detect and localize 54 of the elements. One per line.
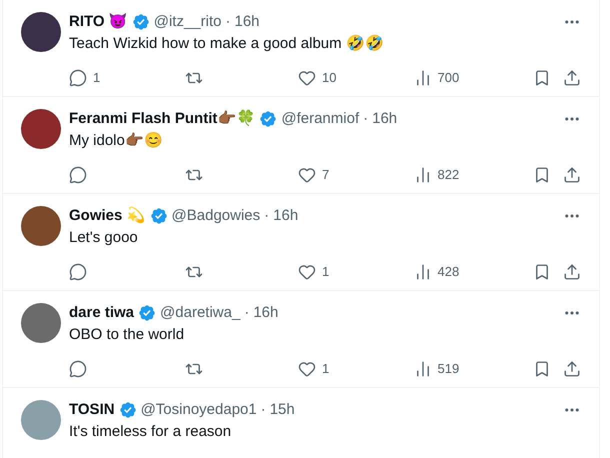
reply-icon[interactable] bbox=[69, 166, 87, 184]
display-name[interactable]: Feranmi Flash Puntit👉🏾🍀 bbox=[69, 109, 256, 129]
post-time[interactable]: 16h bbox=[273, 206, 298, 226]
action-count: 1 bbox=[322, 263, 330, 281]
share-icon[interactable] bbox=[563, 166, 581, 184]
like-icon[interactable] bbox=[298, 360, 316, 378]
bookmark-icon[interactable] bbox=[533, 262, 551, 281]
reply-text: It's timeless for a reason bbox=[69, 422, 232, 442]
share-icon[interactable] bbox=[563, 262, 581, 281]
bookmark-icon[interactable] bbox=[533, 360, 551, 378]
user-handle[interactable]: @daretiwa_ bbox=[160, 303, 240, 323]
reply-icon[interactable] bbox=[69, 262, 87, 281]
like-icon[interactable] bbox=[298, 262, 316, 281]
reply-text: My idolo👉🏾😊 bbox=[69, 131, 164, 151]
action-count: 700 bbox=[438, 69, 460, 87]
action-count: 7 bbox=[322, 166, 330, 184]
display-name[interactable]: dare tiwa bbox=[69, 303, 134, 323]
display-name[interactable]: RITO 😈 bbox=[69, 12, 128, 32]
user-handle[interactable]: @Tosinoyedapo1 bbox=[140, 400, 257, 420]
action-count: 822 bbox=[438, 166, 460, 184]
like-icon[interactable] bbox=[298, 68, 316, 87]
user-handle[interactable]: @Badgowies bbox=[172, 206, 260, 226]
reply-text: Teach Wizkid how to make a good album 🤣🤣 bbox=[69, 34, 385, 54]
separator-dot: · bbox=[260, 400, 266, 420]
reply-icon[interactable] bbox=[69, 68, 87, 87]
user-handle[interactable]: @itz__rito bbox=[154, 12, 222, 32]
action-count: 1 bbox=[322, 360, 330, 378]
avatar[interactable] bbox=[21, 303, 61, 343]
like-icon[interactable] bbox=[298, 166, 316, 184]
separator-dot: · bbox=[264, 206, 270, 226]
action-count: 519 bbox=[438, 360, 460, 378]
share-icon[interactable] bbox=[563, 360, 581, 378]
display-name[interactable]: Gowies 💫 bbox=[69, 206, 146, 226]
post-time[interactable]: 16h bbox=[253, 303, 278, 323]
separator-dot: · bbox=[244, 303, 250, 323]
reply-text: OBO to the world bbox=[69, 325, 186, 345]
action-count: 10 bbox=[322, 69, 336, 87]
avatar[interactable] bbox=[21, 206, 61, 246]
separator-dot: · bbox=[225, 12, 230, 32]
action-count: 1 bbox=[93, 69, 100, 87]
bookmark-icon[interactable] bbox=[533, 68, 551, 87]
separator-dot: · bbox=[363, 109, 368, 129]
action-count: 428 bbox=[438, 263, 460, 281]
reply-icon[interactable] bbox=[69, 360, 87, 378]
avatar[interactable] bbox=[21, 12, 61, 52]
user-handle[interactable]: @feranmiof bbox=[281, 109, 360, 129]
bookmark-icon[interactable] bbox=[533, 166, 551, 184]
post-time[interactable]: 16h bbox=[234, 12, 260, 32]
display-name[interactable]: TOSIN bbox=[69, 400, 115, 420]
avatar[interactable] bbox=[21, 109, 61, 149]
post-time[interactable]: 16h bbox=[372, 109, 398, 129]
share-icon[interactable] bbox=[563, 68, 581, 87]
reply-text: Let's gooo bbox=[69, 228, 139, 248]
post-time[interactable]: 15h bbox=[270, 400, 295, 420]
